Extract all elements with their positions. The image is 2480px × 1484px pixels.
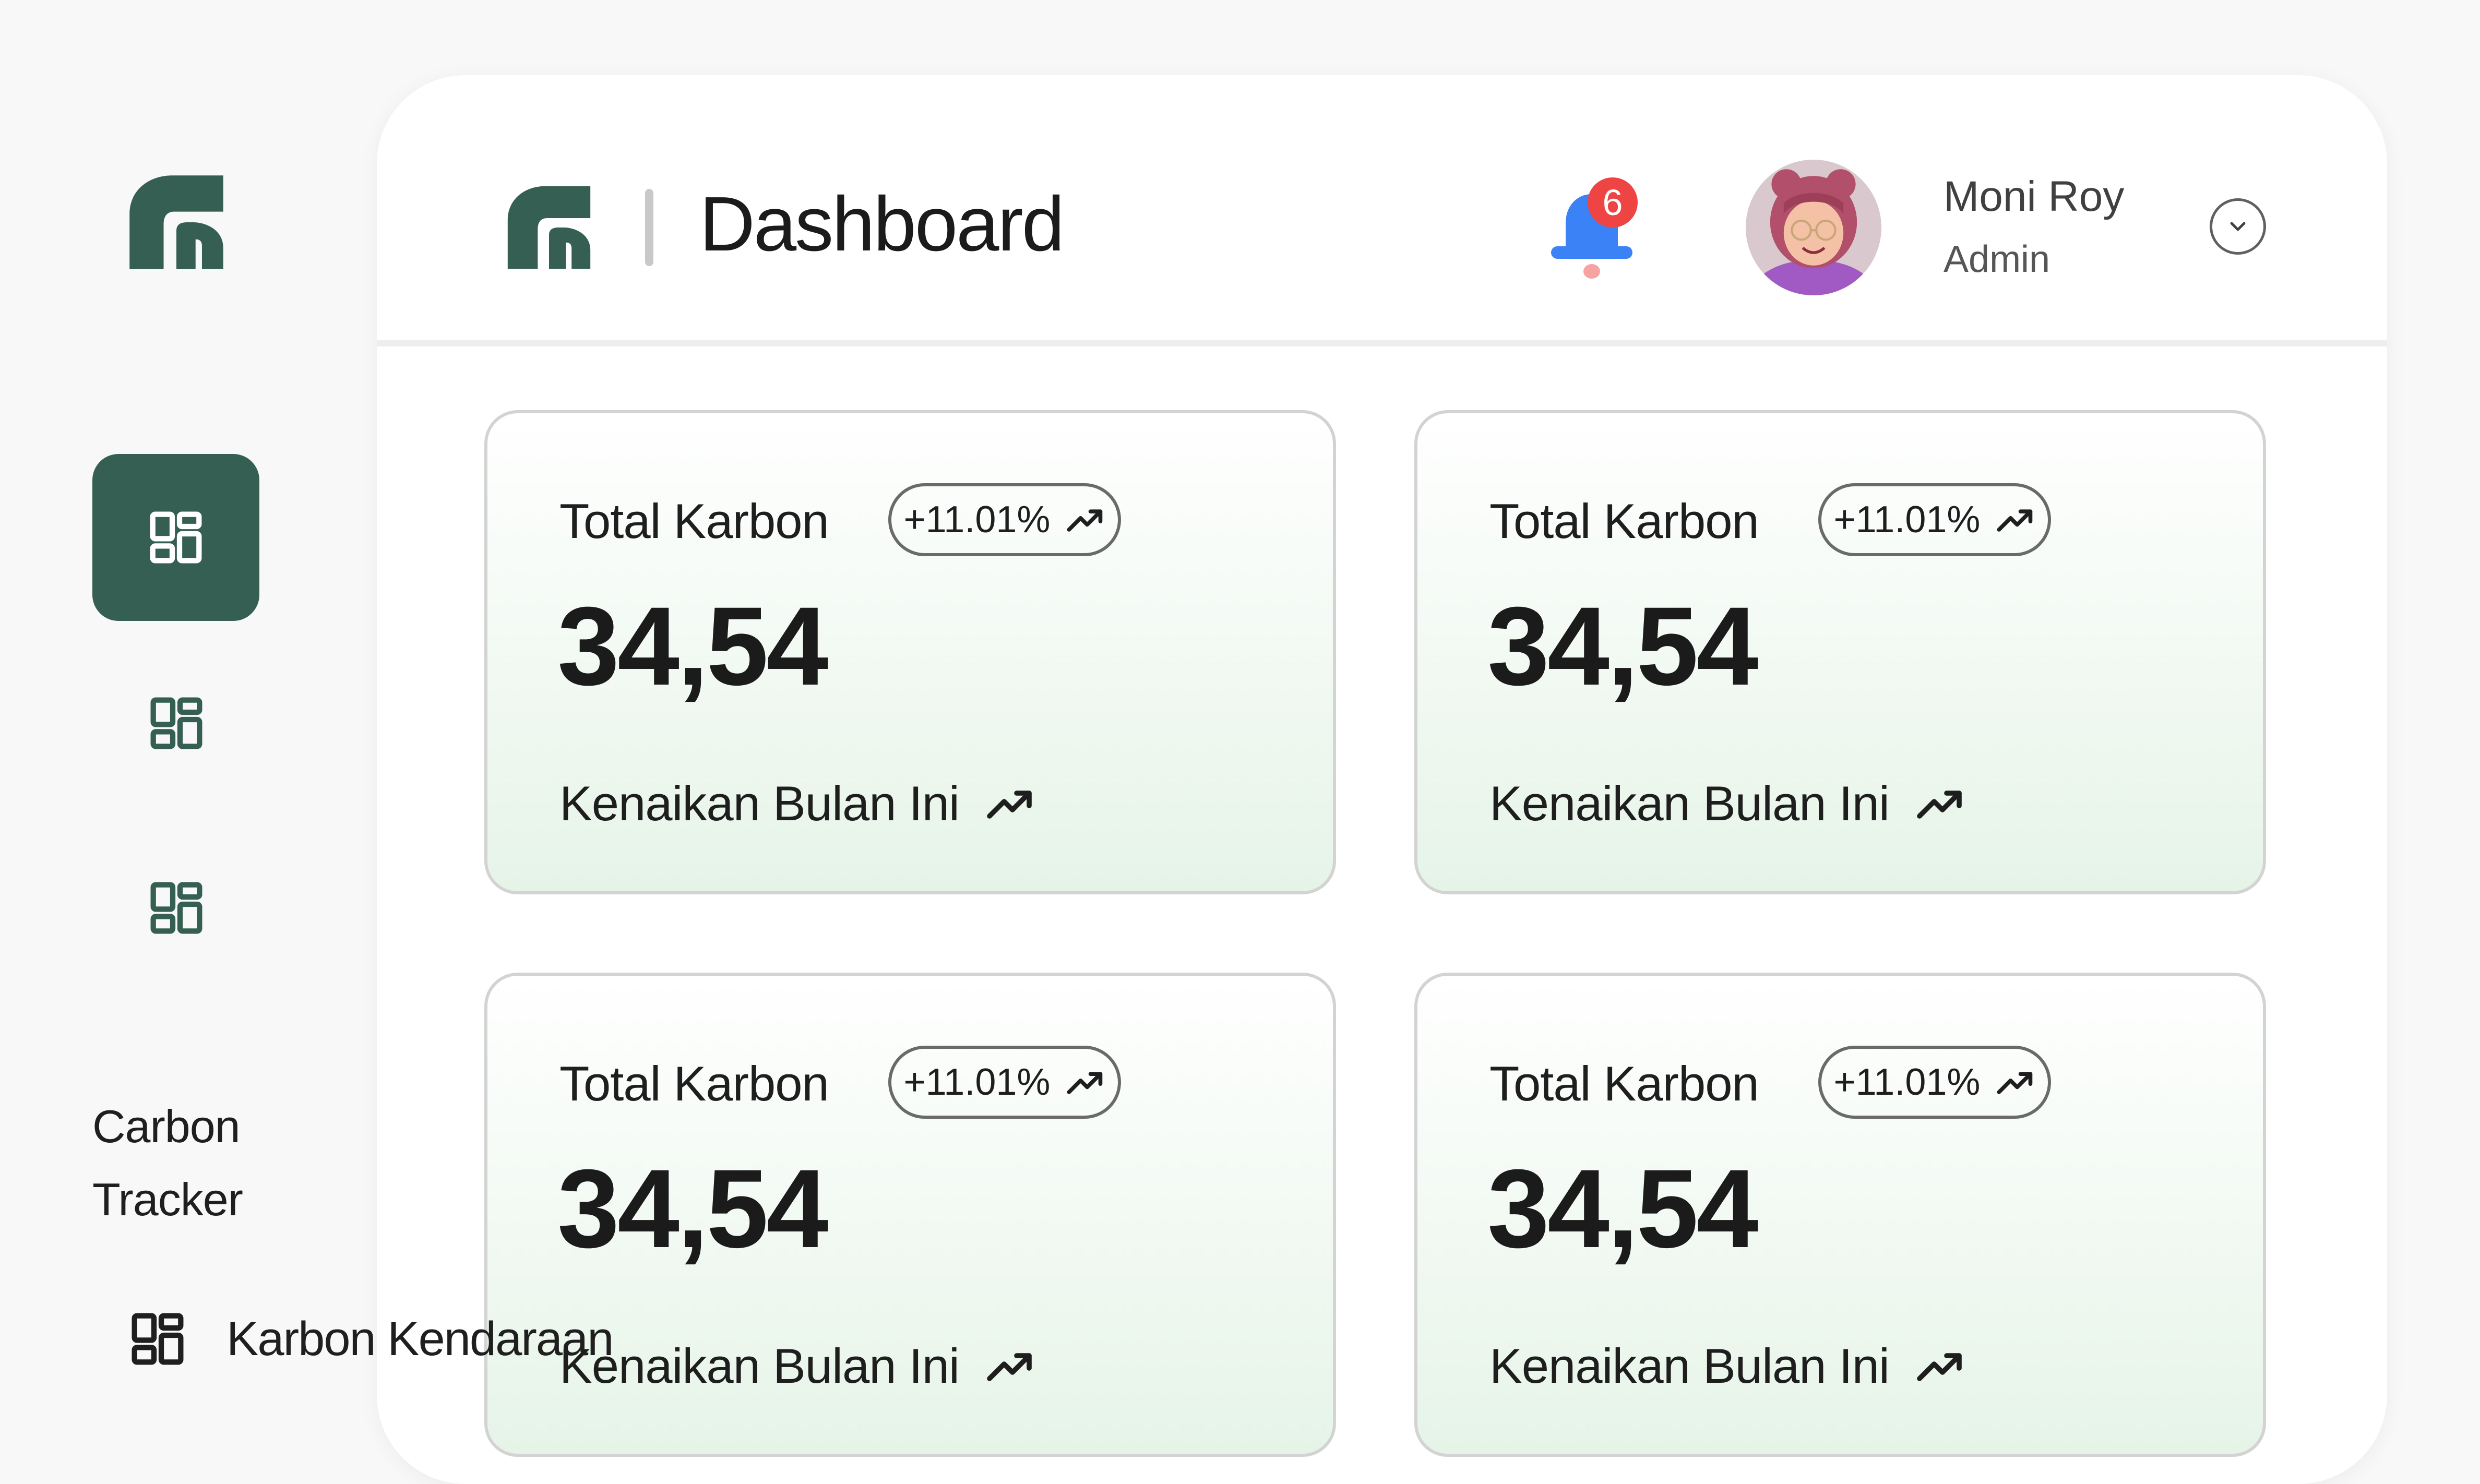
change-value: +11.01% [1833, 499, 1981, 541]
dashboard-grid-icon [150, 697, 202, 749]
user-menu-dropdown[interactable] [2210, 198, 2266, 255]
card-value: 34,54 [557, 584, 829, 709]
card-title: Total Karbon [1489, 494, 1759, 548]
nav-item-3[interactable] [147, 879, 206, 937]
sidebar-item-karbon-kendaraan[interactable]: Karbon Kendaraan [128, 1310, 614, 1368]
user-name: Moni Roy [1944, 173, 2125, 220]
dashboard-grid-icon [132, 1313, 184, 1365]
change-value: +11.01% [903, 1061, 1051, 1103]
stat-card[interactable]: Total Karbon +11.01% 34,54 Kenaikan Bula… [484, 973, 1336, 1457]
card-title: Total Karbon [559, 1056, 829, 1111]
brand-logo-icon [129, 175, 223, 269]
header-divider [377, 340, 2387, 346]
dashboard-grid-icon [150, 511, 202, 564]
card-footer: Kenaikan Bulan Ini [559, 775, 1035, 832]
nav-item-2[interactable] [147, 694, 206, 752]
card-value: 34,54 [1487, 584, 1759, 709]
trend-up-icon [1997, 509, 2033, 532]
change-badge: +11.01% [888, 483, 1121, 556]
sidebar-logo[interactable] [123, 169, 230, 276]
header-logo[interactable] [502, 181, 596, 274]
change-badge: +11.01% [1818, 1046, 2051, 1119]
trend-up-icon [987, 1353, 1032, 1381]
trend-up-icon [1917, 1353, 1962, 1381]
card-footer-text: Kenaikan Bulan Ini [559, 1338, 960, 1393]
card-footer-text: Kenaikan Bulan Ini [559, 776, 960, 831]
header-separator [645, 189, 653, 266]
card-footer-text: Kenaikan Bulan Ini [1489, 776, 1890, 831]
sidebar-item-label: Karbon Kendaraan [226, 1312, 614, 1366]
stat-card[interactable]: Total Karbon +11.01% 34,54 Kenaikan Bula… [1414, 973, 2266, 1457]
card-footer: Kenaikan Bulan Ini [559, 1338, 1035, 1394]
stat-card[interactable]: Total Karbon +11.01% 34,54 Kenaikan Bula… [484, 410, 1336, 894]
app-name-line2: Tracker [92, 1174, 243, 1225]
card-value: 34,54 [1487, 1146, 1759, 1271]
brand-logo-icon [507, 186, 591, 269]
card-footer: Kenaikan Bulan Ini [1489, 775, 1965, 832]
chevron-down-icon [2230, 222, 2246, 231]
trend-up-icon [1067, 1072, 1103, 1094]
card-title: Total Karbon [559, 494, 829, 548]
app-name-line1: Carbon [92, 1100, 241, 1152]
change-value: +11.01% [1833, 1061, 1981, 1103]
change-value: +11.01% [903, 499, 1051, 541]
change-badge: +11.01% [1818, 483, 2051, 556]
notification-count-badge: 6 [1588, 177, 1638, 228]
avatar-illustration-icon [1746, 160, 1881, 295]
nav-dashboard-active[interactable] [92, 454, 259, 621]
user-role: Admin [1944, 238, 2050, 280]
page-title: Dashboard [699, 181, 1065, 267]
stat-card[interactable]: Total Karbon +11.01% 34,54 Kenaikan Bula… [1414, 410, 2266, 894]
trend-up-icon [1917, 791, 1962, 819]
user-avatar[interactable] [1746, 160, 1881, 295]
card-footer-text: Kenaikan Bulan Ini [1489, 1338, 1890, 1393]
dashboard-grid-icon [150, 882, 202, 934]
card-value: 34,54 [557, 1146, 829, 1271]
card-title: Total Karbon [1489, 1056, 1759, 1111]
change-badge: +11.01% [888, 1046, 1121, 1119]
trend-up-icon [1067, 509, 1103, 532]
trend-up-icon [987, 791, 1032, 819]
card-footer: Kenaikan Bulan Ini [1489, 1338, 1965, 1394]
trend-up-icon [1997, 1072, 2033, 1094]
